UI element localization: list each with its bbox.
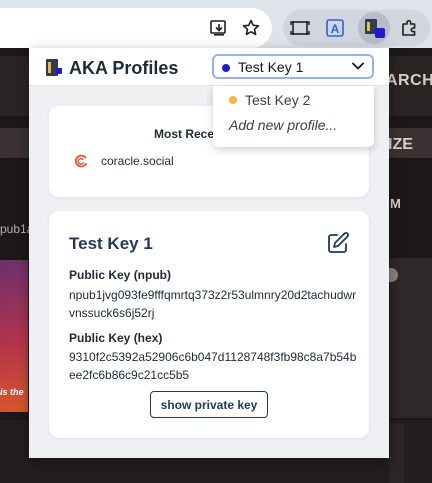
app-title: AKA Profiles	[69, 58, 179, 78]
install-icon[interactable]	[206, 15, 232, 41]
npub-value: npub1jvg093fe9fffqmrtq373z2r53ulmnry20d2…	[69, 288, 357, 320]
profile-option-test-key-2[interactable]: Test Key 2	[229, 90, 310, 110]
hex-label: Public Key (hex)	[69, 331, 163, 345]
aka-logo-icon	[46, 59, 62, 76]
profile-details-card: Test Key 1 Public Key (npub) npub1jvg093…	[49, 211, 369, 438]
show-private-key-button[interactable]: show private key	[150, 391, 268, 418]
hex-value: 9310f2c5392a52906c6b047d1128748f3fb98c8a…	[69, 350, 357, 382]
translate-glyph: A	[331, 22, 340, 36]
recent-site-link[interactable]: coracle.social	[101, 154, 174, 168]
extensions-puzzle-icon[interactable]	[396, 15, 422, 41]
background-caption-text: is the	[0, 387, 24, 397]
background-search-text: ARCH	[386, 72, 432, 89]
profile-name: Test Key 1	[69, 234, 153, 253]
screen-capture-icon[interactable]	[287, 15, 313, 41]
edit-icon[interactable]	[326, 231, 350, 255]
selected-profile-dot	[222, 64, 230, 72]
selected-profile-label: Test Key 1	[238, 59, 304, 75]
profile-select[interactable]: Test Key 1	[212, 54, 374, 79]
profile-option-dot	[229, 96, 237, 104]
chevron-down-icon	[352, 62, 364, 70]
browser-toolbar: A	[0, 0, 432, 48]
background-ize-text: IZE	[388, 136, 413, 153]
profile-option-label: Test Key 2	[245, 92, 311, 108]
background-m-text: M	[390, 196, 401, 211]
add-new-profile-option[interactable]: Add new profile...	[229, 117, 337, 133]
translate-icon[interactable]: A	[322, 15, 348, 41]
npub-label: Public Key (npub)	[69, 268, 171, 282]
background-lower-box	[390, 424, 404, 483]
background-side-card	[390, 258, 432, 418]
coracle-site-icon	[74, 154, 87, 168]
recent-heading: Most Rece	[154, 127, 215, 141]
aka-profiles-extension-icon[interactable]	[361, 15, 387, 41]
aka-profiles-popup: AKA Profiles Test Key 1 Test Key 2 Add n…	[29, 48, 389, 458]
profile-dropdown-menu: Test Key 2 Add new profile...	[213, 86, 374, 147]
star-icon[interactable]	[238, 15, 264, 41]
popup-header: AKA Profiles Test Key 1	[29, 48, 389, 86]
